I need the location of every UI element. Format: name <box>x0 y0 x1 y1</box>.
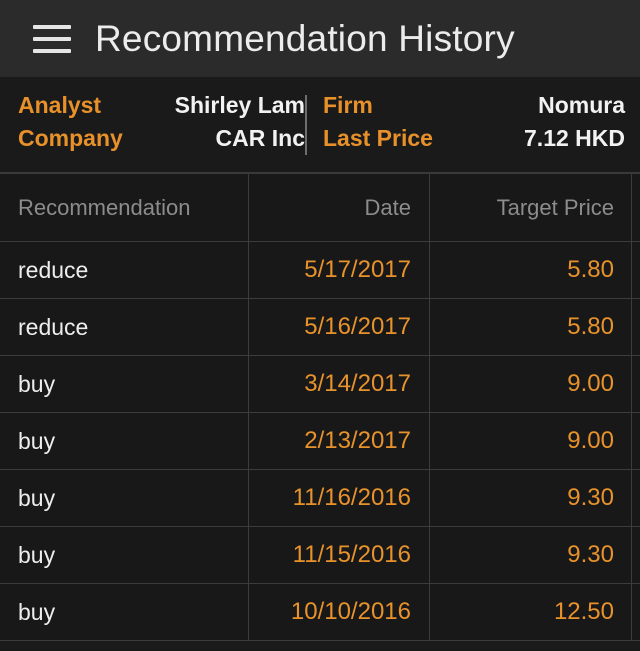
recommendation-history-screen: Recommendation History Analyst Shirley L… <box>0 0 640 651</box>
hamburger-line-3 <box>33 48 71 53</box>
cell-date: 11/16/2016 <box>248 470 429 526</box>
firm-value: Nomura <box>538 91 625 118</box>
cell-overflow-edge <box>631 584 640 640</box>
table-row[interactable]: reduce 5/17/2017 5.80 <box>0 242 640 299</box>
cell-target-price: 9.00 <box>429 413 631 469</box>
date-text: 3/14/2017 <box>304 370 411 397</box>
date-text: 11/15/2016 <box>292 541 411 568</box>
analyst-company-group: Analyst Shirley Lam Company CAR Inc <box>18 92 305 158</box>
cell-date: 2/13/2017 <box>248 413 429 469</box>
cell-overflow-edge <box>631 413 640 469</box>
cell-recommendation: buy <box>0 356 248 412</box>
recommendation-text: buy <box>18 370 56 397</box>
column-header-overflow-edge <box>631 174 640 241</box>
cell-target-price: 12.50 <box>429 584 631 640</box>
cell-target-price: 9.30 <box>429 470 631 526</box>
analyst-value: Shirley Lam <box>174 91 305 118</box>
cell-target-price: 9.30 <box>429 527 631 583</box>
cell-overflow-edge <box>631 299 640 355</box>
cell-recommendation: buy <box>0 527 248 583</box>
cell-recommendation: reduce <box>0 299 248 355</box>
cell-target-price: 5.80 <box>429 242 631 298</box>
recommendation-text: buy <box>18 427 56 454</box>
date-text: 5/16/2017 <box>304 313 411 340</box>
company-value: CAR Inc <box>215 124 305 151</box>
company-label: Company <box>18 124 123 151</box>
firm-label: Firm <box>323 91 373 118</box>
target-price-text: 5.80 <box>567 256 614 283</box>
hamburger-line-2 <box>33 36 71 41</box>
cell-recommendation: buy <box>0 584 248 640</box>
table-body: reduce 5/17/2017 5.80 reduce 5/16/2017 5.80 bu… <box>0 242 640 641</box>
info-vertical-divider <box>305 94 307 155</box>
target-price-text: 9.30 <box>567 541 614 568</box>
last-price-label: Last Price <box>323 124 433 151</box>
recommendation-text: reduce <box>18 256 89 283</box>
cell-overflow-edge <box>631 470 640 526</box>
recommendation-text: buy <box>18 598 56 625</box>
summary-info-bar: Analyst Shirley Lam Company CAR Inc Firm… <box>0 77 640 174</box>
target-price-text: 5.80 <box>567 313 614 340</box>
table-header-row: Recommendation Date Target Price <box>0 174 640 242</box>
cell-overflow-edge <box>631 527 640 583</box>
column-header-date[interactable]: Date <box>248 174 429 241</box>
firm-row: Firm Nomura <box>323 92 625 125</box>
target-price-text: 9.00 <box>567 427 614 454</box>
analyst-row: Analyst Shirley Lam <box>18 92 305 125</box>
table-row[interactable]: buy 2/13/2017 9.00 <box>0 413 640 470</box>
cell-target-price: 5.80 <box>429 299 631 355</box>
target-price-text: 12.50 <box>553 598 614 625</box>
date-text: 10/10/2016 <box>290 598 411 625</box>
cell-overflow-edge <box>631 242 640 298</box>
cell-recommendation: reduce <box>0 242 248 298</box>
hamburger-line-1 <box>33 24 71 29</box>
cell-date: 3/14/2017 <box>248 356 429 412</box>
table-row[interactable]: buy 10/10/2016 12.50 <box>0 584 640 641</box>
cell-overflow-edge <box>631 356 640 412</box>
recommendation-table: Recommendation Date Target Price reduce 5… <box>0 174 640 641</box>
cell-date: 5/16/2017 <box>248 299 429 355</box>
cell-target-price: 9.00 <box>429 356 631 412</box>
hamburger-menu-icon[interactable] <box>33 24 71 53</box>
date-text: 11/16/2016 <box>292 484 411 511</box>
cell-recommendation: buy <box>0 470 248 526</box>
app-bar: Recommendation History <box>0 0 640 77</box>
column-header-target-price[interactable]: Target Price <box>429 174 631 241</box>
target-price-text: 9.00 <box>567 370 614 397</box>
target-price-text: 9.30 <box>567 484 614 511</box>
company-row: Company CAR Inc <box>18 125 305 158</box>
firm-price-group: Firm Nomura Last Price 7.12 HKD <box>323 92 625 158</box>
table-row[interactable]: buy 11/15/2016 9.30 <box>0 527 640 584</box>
cell-date: 5/17/2017 <box>248 242 429 298</box>
cell-date: 10/10/2016 <box>248 584 429 640</box>
cell-recommendation: buy <box>0 413 248 469</box>
table-row[interactable]: buy 11/16/2016 9.30 <box>0 470 640 527</box>
last-price-row: Last Price 7.12 HKD <box>323 125 625 158</box>
cell-date: 11/15/2016 <box>248 527 429 583</box>
date-text: 2/13/2017 <box>304 427 411 454</box>
recommendation-text: buy <box>18 484 56 511</box>
analyst-label: Analyst <box>18 91 102 118</box>
page-title: Recommendation History <box>95 17 515 59</box>
column-header-recommendation[interactable]: Recommendation <box>0 174 248 241</box>
last-price-value: 7.12 HKD <box>524 124 625 151</box>
table-row[interactable]: reduce 5/16/2017 5.80 <box>0 299 640 356</box>
recommendation-text: buy <box>18 541 56 568</box>
recommendation-text: reduce <box>18 313 89 340</box>
date-text: 5/17/2017 <box>304 256 411 283</box>
table-row[interactable]: buy 3/14/2017 9.00 <box>0 356 640 413</box>
